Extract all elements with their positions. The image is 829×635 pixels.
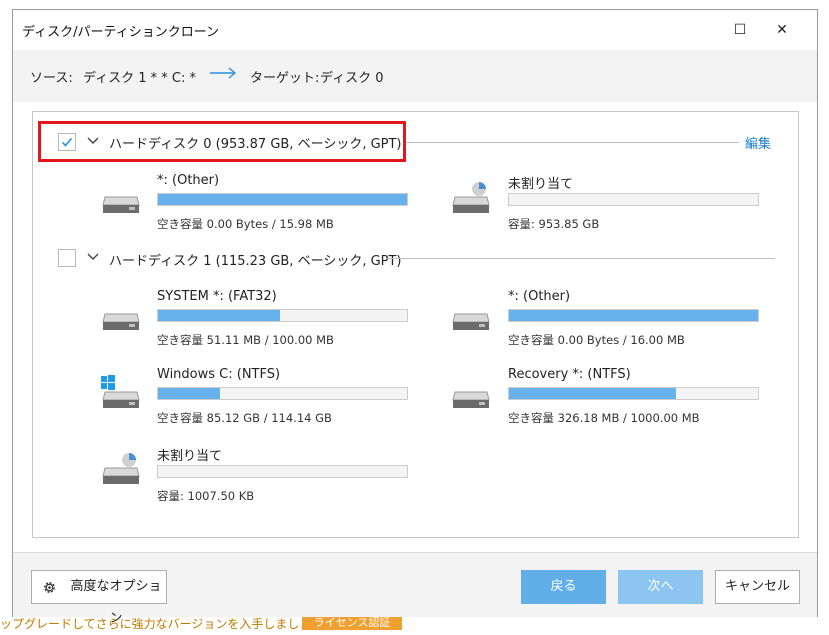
partition-caption: 空き容量 85.12 GB / 114.14 GB (157, 411, 332, 425)
usage-bar (157, 387, 408, 400)
drive-icon (452, 391, 490, 408)
source-label: ソース: (30, 71, 73, 86)
usage-bar (157, 309, 408, 322)
usage-bar (508, 387, 759, 400)
upgrade-text: ップグレードしてさらに強力なバージョンを入手しましょう。 (0, 617, 335, 630)
disk1-checkbox[interactable] (58, 249, 76, 267)
usage-bar (508, 309, 759, 322)
divider (387, 258, 775, 259)
chevron-down-icon[interactable] (87, 137, 99, 145)
arrow-right-icon (209, 64, 237, 85)
target-label: ターゲット: (250, 71, 320, 86)
partition-name: *: (Other) (157, 173, 220, 188)
usage-bar (157, 465, 408, 478)
partition-caption: 空き容量 326.18 MB / 1000.00 MB (508, 411, 700, 425)
cancel-button[interactable]: キャンセル (715, 570, 800, 604)
title-bar: ディスク/パーティションクローン ☐ ✕ (13, 10, 817, 50)
drive-icon (452, 313, 490, 330)
partition-name: *: (Other) (508, 289, 571, 304)
source-value: ディスク 1 * * C: * (83, 71, 196, 86)
upgrade-banner: ップグレードしてさらに強力なバージョンを入手しましょう。 ライセンス認証 (0, 617, 829, 630)
drive-icon (102, 196, 140, 213)
partition-name: 未割り当て (157, 449, 223, 464)
divider (406, 142, 739, 143)
gear-icon (44, 582, 55, 593)
disk0-checkbox[interactable] (58, 133, 76, 151)
disk-list-panel (32, 111, 799, 538)
window-title: ディスク/パーティションクローン (22, 25, 220, 40)
close-button[interactable]: ✕ (766, 16, 798, 44)
partition-name: SYSTEM *: (FAT32) (157, 289, 277, 304)
source-target-bar: ソース: ディスク 1 * * C: * ターゲット: ディスク 0 (13, 50, 817, 102)
windows-drive-icon (101, 375, 140, 408)
disk1-title: ハードディスク 1 (115.23 GB, ベーシック, GPT) (109, 254, 402, 269)
unallocated-drive-icon (452, 182, 490, 213)
chevron-down-icon[interactable] (87, 253, 99, 261)
drive-icon (102, 313, 140, 330)
clone-dialog: ディスク/パーティションクローン ☐ ✕ ソース: ディスク 1 * * C: … (12, 9, 818, 626)
partition-name: Windows C: (NTFS) (157, 367, 281, 382)
partition-caption: 容量: 1007.50 KB (157, 489, 255, 503)
dialog-footer: 高度なオプション 戻る 次へ キャンセル (13, 552, 817, 626)
partition-name: Recovery *: (NTFS) (508, 367, 631, 382)
partition-caption: 空き容量 0.00 Bytes / 16.00 MB (508, 333, 685, 347)
partition-caption: 空き容量 0.00 Bytes / 15.98 MB (157, 217, 334, 231)
partition-caption: 空き容量 51.11 MB / 100.00 MB (157, 333, 334, 347)
advanced-options-button[interactable]: 高度なオプション (31, 570, 167, 626)
back-button[interactable]: 戻る (521, 570, 606, 604)
next-button[interactable]: 次へ (618, 570, 703, 604)
target-value: ディスク 0 (320, 71, 384, 86)
maximize-button[interactable]: ☐ (724, 16, 756, 44)
license-badge[interactable]: ライセンス認証 (302, 617, 402, 630)
edit-link[interactable]: 編集 (745, 133, 771, 152)
unallocated-drive-icon (102, 453, 140, 484)
usage-bar (157, 193, 408, 206)
disk0-title: ハードディスク 0 (953.87 GB, ベーシック, GPT) (109, 137, 402, 152)
usage-bar (508, 193, 759, 206)
partition-caption: 容量: 953.85 GB (508, 217, 600, 231)
partition-name: 未割り当て (508, 177, 574, 192)
